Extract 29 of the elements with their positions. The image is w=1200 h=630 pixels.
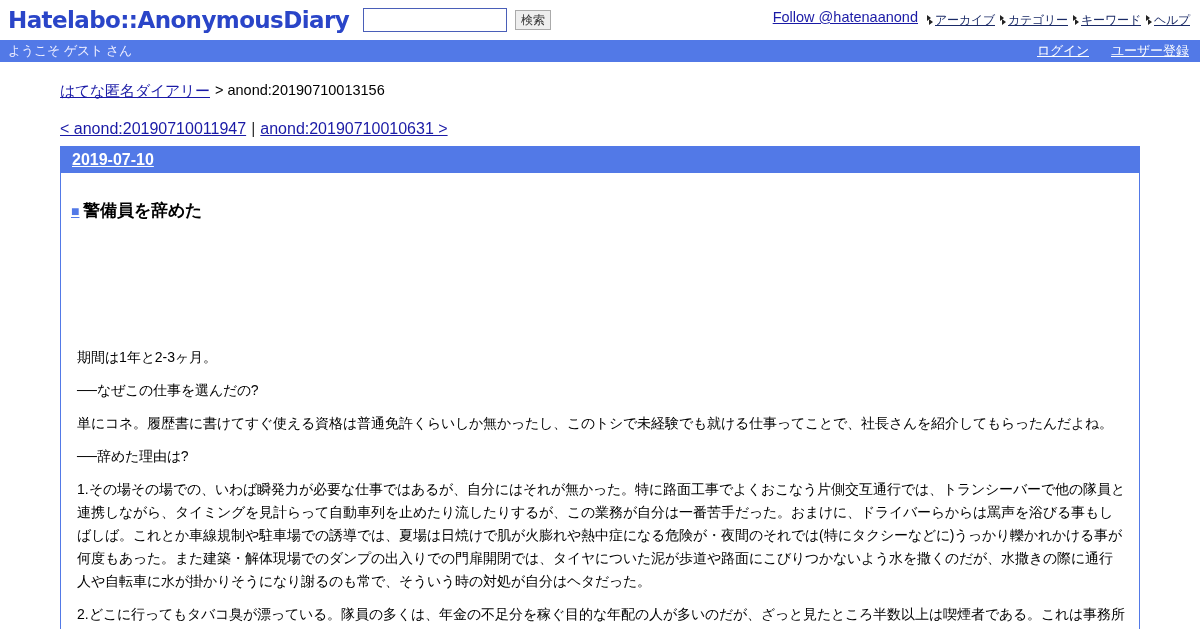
welcome-text: ようこそ ゲスト さん — [8, 42, 133, 60]
body-paragraph: ──辞めた理由は? — [77, 447, 190, 466]
breadcrumb-current: > anond:20190710013156 — [215, 82, 385, 100]
breadcrumb-link[interactable]: はてな匿名ダイアリー — [60, 82, 210, 101]
next-entry-link[interactable]: anond:20190710010631 > — [260, 120, 448, 138]
arrow-icon — [927, 15, 933, 25]
search-field[interactable] — [363, 8, 508, 32]
entry-title: 警備員を辞めた — [83, 200, 203, 222]
account-link[interactable]: ログイン — [1037, 42, 1089, 60]
menu-link[interactable]: カテゴリー — [1008, 11, 1068, 29]
menu-link[interactable]: ヘルプ — [1154, 11, 1190, 29]
entry-permalink[interactable]: ■ — [71, 202, 80, 219]
menu-link[interactable]: アーカイブ — [935, 11, 995, 29]
account-link[interactable]: ユーザー登録 — [1111, 42, 1189, 60]
follow-link[interactable]: Follow @hatenaanond — [772, 9, 918, 25]
body-paragraph: 2.どこに行ってもタバコ臭が漂っている。隊員の多くは、年金の不足分を稼ぐ目的な年配の人が多いのだが、ざっと見たところ半数以上は喫煙者である。これは事務所 — [77, 605, 1126, 624]
body-paragraph: 1.その場その場での、いわば瞬発力が必要な仕事ではあるが、自分にはそれが無かった。特に路面工事でよくおこなう片側交互通行では、トランシーバーで他の隊員と連携しながら、タイミングを見計らって自動車列を止めたり流したりするが、この業務が自分は一番苦手だった。おまけに、ドライバーらからは罵声を浴びる事もしばしば。これとか車線規制や駐車場での誘導では、夏場は日焼けで肌が火膨れや熱中症になる危険が・夜間のそれでは(特にタクシーなどに)うっかり轢かれかける事が何度もあった。また建築・解体現場でのダンプの出入りでの門扉開閉では、タイヤについた泥が歩道や路面にこびりつかないよう水を撒くのだが、水撒きの際に通行人や自転車に水が掛かりそうになり謝るのも常で、そういう時の対処が自分はヘタだった。 — [77, 480, 1126, 591]
date-link[interactable]: 2019-07-10 — [72, 151, 154, 169]
arrow-icon — [1073, 15, 1079, 25]
menu-link[interactable]: キーワード — [1081, 11, 1141, 29]
arrow-icon — [1146, 15, 1152, 25]
arrow-icon — [1000, 15, 1006, 25]
search-button[interactable]: 検索 — [515, 10, 552, 30]
site-logo[interactable]: Hatelabo::AnonymousDiary — [8, 7, 350, 33]
body-paragraph: ──なぜこの仕事を選んだの? — [77, 381, 260, 400]
body-paragraph: 単にコネ。履歴書に書けてすぐ使える資格は普通免許くらいしか無かったし、このトシで未経験でも就ける仕事ってことで、社長さんを紹介してもらったんだよね。 — [77, 414, 1114, 433]
previous-entry-link[interactable]: < anond:20190710011947 — [60, 120, 247, 138]
pager-separator: | — [251, 120, 256, 138]
body-paragraph: 期間は1年と2-3ヶ月。 — [77, 348, 219, 367]
